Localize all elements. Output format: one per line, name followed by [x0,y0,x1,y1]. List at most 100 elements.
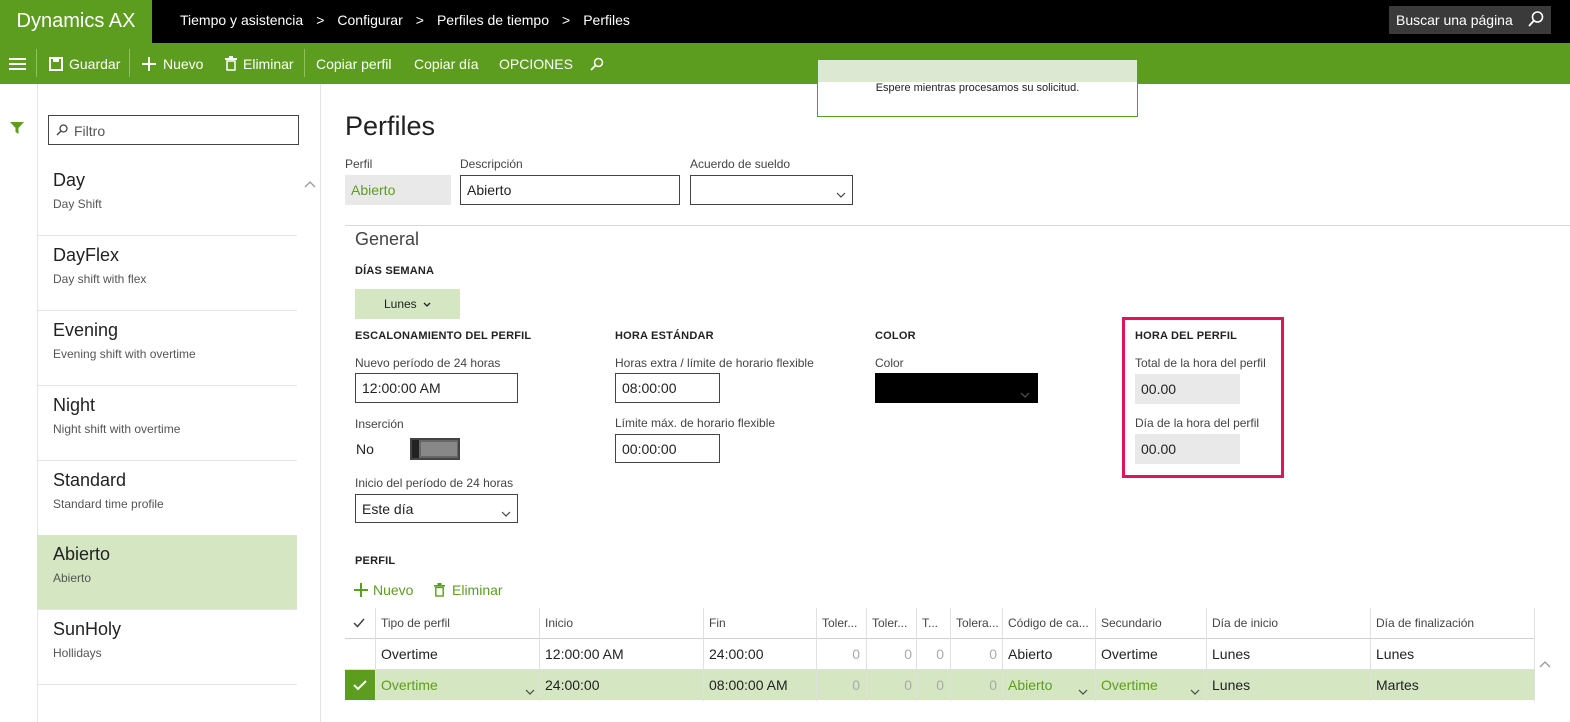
copy-profile-button[interactable]: Copiar perfil [316,43,391,84]
grid-cell-tolerance[interactable]: 0 [956,639,997,669]
grid-cell-tolerance[interactable]: 0 [956,670,997,700]
options-button[interactable]: OPCIONES [499,43,573,84]
grid-cell-tolerance[interactable]: 0 [872,670,912,700]
day-hour-label: Día de la hora del perfil [1135,416,1260,430]
filter-input[interactable]: Filtro [48,115,299,145]
column-header[interactable]: Tolera... [956,608,1002,638]
grid-cell-end[interactable]: 24:00:00 [709,639,764,669]
delete-label: Eliminar [243,55,294,72]
grid-cell-tolerance[interactable]: 0 [822,639,860,669]
list-item[interactable]: Night Night shift with overtime [37,386,297,461]
total-hour-label: Total de la hora del perfil [1135,356,1266,370]
chevron-down-icon[interactable] [525,682,535,700]
list-item-selected[interactable]: Abierto Abierto [37,535,297,610]
grid-cell-pay-code[interactable]: Abierto [1008,639,1052,669]
column-divider [1534,608,1535,701]
delete-button[interactable]: Eliminar [225,43,294,84]
grid-cell-tolerance[interactable]: 0 [922,639,944,669]
color-heading: COLOR [875,330,916,342]
weekday-dropdown-button[interactable]: Lunes [355,289,460,319]
breadcrumb-item[interactable]: Tiempo y asistencia [180,0,303,43]
list-item-title: DayFlex [53,245,120,265]
grid-cell-secondary[interactable]: Overtime [1101,670,1158,700]
column-header[interactable]: Código de ca... [1008,608,1093,638]
chevron-down-icon[interactable] [1190,682,1200,700]
grid-new-label: Nuevo [373,582,414,598]
chevron-down-icon [501,504,511,520]
grid-cell-tolerance[interactable]: 0 [872,639,912,669]
profile-grid: Tipo de perfil Inicio Fin Toler... Toler… [345,608,1535,701]
global-search[interactable]: Buscar una página [1389,6,1551,34]
list-item-subtitle: Night shift with overtime [53,422,181,436]
day-hour-field: 00.00 [1135,434,1240,464]
weekday-label: Lunes [383,297,417,311]
list-item-subtitle: Abierto [53,571,92,585]
scroll-up-icon[interactable] [304,175,316,193]
toggle-knob [412,440,419,458]
app-brand[interactable]: Dynamics AX [0,0,152,43]
new-period-input[interactable]: 12:00:00 AM [355,373,518,403]
column-header[interactable]: Inicio [545,608,695,638]
insert-toggle[interactable] [410,438,460,460]
grid-delete-button[interactable]: Eliminar [434,582,503,598]
column-header[interactable]: T... [922,608,944,638]
description-input[interactable]: Abierto [460,175,680,205]
search-icon[interactable] [1527,10,1545,31]
grid-cell-start[interactable]: 12:00:00 AM [545,639,624,669]
column-header[interactable]: Día de finalización [1376,608,1526,638]
grid-cell-start-day[interactable]: Lunes [1212,639,1250,669]
column-header[interactable]: Tipo de perfil [381,608,531,638]
save-button[interactable]: Guardar [49,43,120,84]
list-item[interactable]: Evening Evening shift with overtime [37,311,297,386]
grid-cell-end-day[interactable]: Martes [1376,670,1419,700]
list-item[interactable]: Day Day Shift [37,161,297,236]
column-divider [1002,608,1003,701]
column-divider [1095,608,1096,701]
grid-cell-pay-code[interactable]: Abierto [1008,670,1052,700]
color-picker[interactable] [875,373,1038,403]
max-flex-input[interactable]: 00:00:00 [615,434,720,463]
copy-day-button[interactable]: Copiar día [414,43,479,84]
chevron-right-icon: > [316,12,325,28]
grid-cell-tolerance[interactable]: 0 [822,670,860,700]
breadcrumb-item[interactable]: Perfiles de tiempo [437,0,549,43]
filter-funnel-icon[interactable] [10,121,24,140]
grid-cell-start[interactable]: 24:00:00 [545,670,600,700]
new-button[interactable]: Nuevo [141,43,203,84]
grid-cell-end[interactable]: 08:00:00 AM [709,670,788,700]
grid-cell-secondary[interactable]: Overtime [1101,639,1158,669]
list-item[interactable]: SunHoly Hollidays [37,610,297,685]
period-start-select[interactable]: Este día [355,494,518,523]
list-item[interactable]: DayFlex Day shift with flex [37,236,297,311]
search-icon[interactable] [590,43,604,84]
column-header[interactable]: Toler... [822,608,862,638]
grid-cell-end-day[interactable]: Lunes [1376,639,1414,669]
search-input[interactable]: Buscar una página [1396,12,1513,28]
toggle-track [421,442,457,456]
overtime-limit-input[interactable]: 08:00:00 [615,373,720,403]
column-header[interactable]: Día de inicio [1212,608,1362,638]
select-all-check-icon[interactable] [353,608,377,638]
wage-agreement-select[interactable] [690,175,853,205]
grid-cell-profile-type[interactable]: Overtime [381,639,438,669]
breadcrumb-item[interactable]: Configurar [337,0,402,43]
column-header[interactable]: Fin [709,608,809,638]
insert-label: Inserción [355,417,404,431]
list-item[interactable]: Standard Standard time profile [37,461,297,536]
column-divider [950,608,951,701]
grid-cell-start-day[interactable]: Lunes [1212,670,1250,700]
general-section-header[interactable]: General [355,229,419,250]
column-header[interactable]: Secundario [1101,608,1201,638]
chevron-down-icon[interactable] [1078,682,1088,700]
grid-cell-tolerance[interactable]: 0 [922,670,944,700]
grid-cell-profile-type[interactable]: Overtime [381,670,438,700]
column-divider [1370,608,1371,701]
grid-new-button[interactable]: Nuevo [354,582,413,598]
row-check-icon[interactable] [345,670,375,700]
column-header[interactable]: Toler... [872,608,912,638]
overtime-limit-label: Horas extra / límite de horario flexible [615,356,814,370]
list-item-subtitle: Hollidays [53,646,102,660]
grid-scroll-up-icon[interactable] [1539,655,1551,673]
section-divider [345,225,1570,226]
hamburger-icon[interactable] [9,43,27,84]
